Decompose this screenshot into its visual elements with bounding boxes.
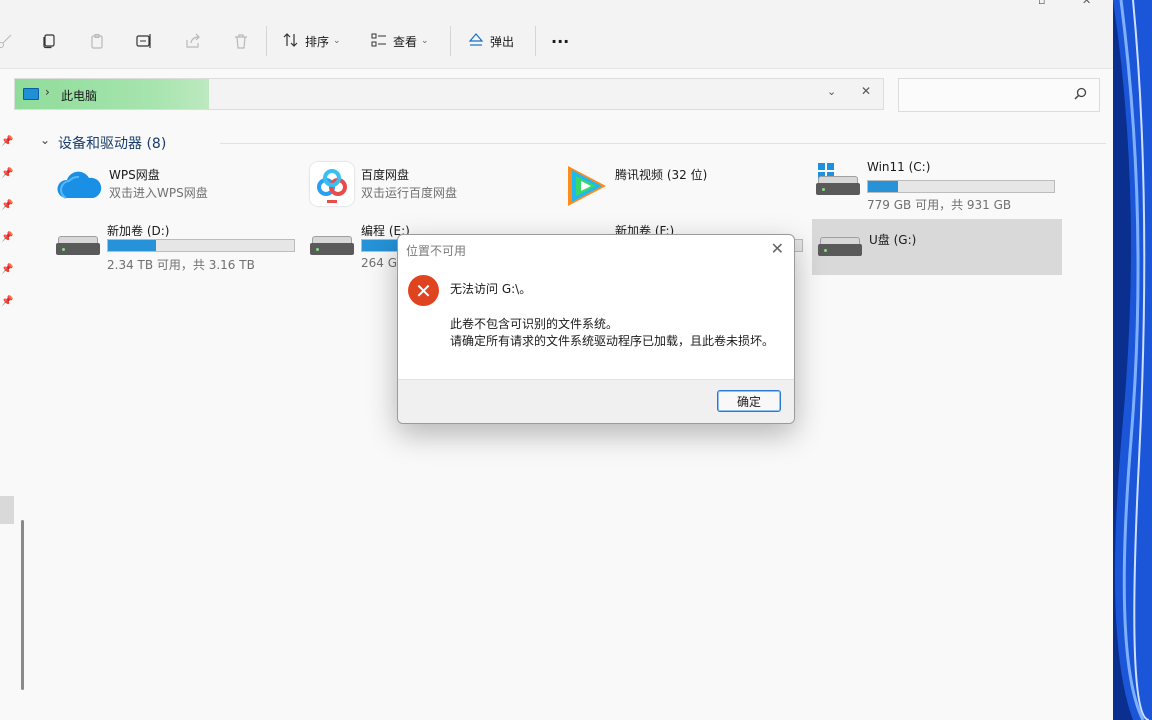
section-title: 设备和驱动器 (8) <box>58 136 167 152</box>
view-label: 查看 <box>393 34 418 49</box>
more-options-button[interactable]: ··· <box>551 28 569 54</box>
sort-button[interactable]: 排序 ⌄ <box>283 28 341 54</box>
chevron-down-icon: ⌄ <box>421 36 429 46</box>
usb-drive-icon <box>818 237 862 257</box>
view-icon <box>371 32 387 51</box>
item-drive-c[interactable]: Win11 (C:) 779 GB 可用，共 931 GB <box>814 154 1064 212</box>
file-explorer-window: ▫ ✕ 排序 ⌄ 查看 ⌄ 弹出 ··· › 此电脑 ⌄ ✕ 📌 📌 📌 📌 📌… <box>0 0 1113 720</box>
capacity-bar <box>867 180 1055 193</box>
error-dialog: 位置不可用 ✕ ✕ 无法访问 G:\。 此卷不包含可识别的文件系统。 请确定所有… <box>397 234 795 424</box>
eject-button[interactable]: 弹出 <box>468 28 514 54</box>
item-name: 新加卷 (D:) <box>107 224 170 238</box>
this-pc-icon <box>23 88 39 100</box>
item-drive-d[interactable]: 新加卷 (D:) 2.34 TB 可用，共 3.16 TB <box>54 218 304 274</box>
item-name: Win11 (C:) <box>867 160 931 174</box>
item-capacity: 779 GB 可用，共 931 GB <box>867 198 1012 212</box>
baidu-netdisk-icon <box>310 162 354 206</box>
hard-drive-icon <box>310 236 354 256</box>
copy-icon[interactable] <box>36 28 62 54</box>
toolbar-divider <box>450 26 451 56</box>
nav-scrollbar[interactable] <box>21 520 24 690</box>
item-capacity: 264 G <box>361 256 398 270</box>
breadcrumb-chevron-icon[interactable]: › <box>45 85 50 99</box>
section-divider <box>220 143 1106 144</box>
capacity-bar-fill <box>362 240 400 251</box>
navigation-pane: 📌 📌 📌 📌 📌 📌 <box>0 120 16 720</box>
item-name: U盘 (G:) <box>869 233 917 247</box>
item-name: 百度网盘 <box>361 168 410 182</box>
ok-button[interactable]: 确定 <box>717 390 781 412</box>
sort-label: 排序 <box>305 34 330 49</box>
eject-label: 弹出 <box>490 34 515 49</box>
wps-cloud-icon <box>56 170 102 204</box>
section-header[interactable]: ⌄ 设备和驱动器 (8) <box>40 133 1110 153</box>
command-bar: ▫ ✕ 排序 ⌄ 查看 ⌄ 弹出 ··· <box>0 0 1113 69</box>
close-icon[interactable]: ✕ <box>771 239 784 258</box>
item-capacity: 2.34 TB 可用，共 3.16 TB <box>107 258 255 272</box>
item-wps-drive[interactable]: WPS网盘 双击进入WPS网盘 <box>56 160 306 216</box>
error-icon: ✕ <box>408 275 439 306</box>
maximize-icon[interactable]: ▫ <box>1038 0 1050 7</box>
pin-icon[interactable]: 📌 <box>1 264 13 276</box>
pin-icon[interactable]: 📌 <box>1 296 13 308</box>
dialog-detail-line-2: 请确定所有请求的文件系统驱动程序已加载，且此卷未损坏。 <box>450 334 775 348</box>
item-tencent-video[interactable]: 腾讯视频 (32 位) <box>562 160 812 216</box>
item-drive-g[interactable]: U盘 (G:) <box>812 219 1062 275</box>
pin-icon[interactable]: 📌 <box>1 136 13 148</box>
dialog-detail-line-1: 此卷不包含可识别的文件系统。 <box>450 317 619 331</box>
pin-icon[interactable]: 📌 <box>1 232 13 244</box>
chevron-down-icon[interactable]: ⌄ <box>827 85 836 98</box>
toolbar-divider <box>535 26 536 56</box>
capacity-bar <box>107 239 295 252</box>
tencent-video-icon <box>562 162 610 214</box>
dialog-title: 位置不可用 <box>406 244 467 258</box>
item-description: 双击进入WPS网盘 <box>109 186 208 200</box>
eject-icon <box>468 32 484 51</box>
item-name: 腾讯视频 (32 位) <box>615 168 708 182</box>
desktop-wallpaper <box>1113 0 1152 720</box>
search-input[interactable] <box>898 78 1100 112</box>
view-button[interactable]: 查看 ⌄ <box>371 28 429 54</box>
toolbar-divider <box>266 26 267 56</box>
nav-selected-item[interactable] <box>0 496 14 524</box>
pin-icon[interactable]: 📌 <box>1 168 13 180</box>
cut-icon[interactable] <box>0 28 18 54</box>
paste-icon[interactable] <box>84 28 110 54</box>
dialog-message: 无法访问 G:\。 <box>450 282 532 296</box>
capacity-bar-fill <box>108 240 157 251</box>
hard-drive-icon <box>816 176 860 196</box>
close-window-icon[interactable]: ✕ <box>1082 0 1094 7</box>
breadcrumb-this-pc[interactable]: 此电脑 <box>61 87 97 104</box>
sort-icon <box>283 32 299 51</box>
delete-icon[interactable] <box>228 28 254 54</box>
close-icon[interactable]: ✕ <box>861 84 871 98</box>
hard-drive-icon <box>56 236 100 256</box>
item-baidu-netdisk[interactable]: 百度网盘 双击运行百度网盘 <box>308 160 558 216</box>
chevron-down-icon[interactable]: ⌄ <box>40 133 50 147</box>
more-icon: ··· <box>551 31 570 51</box>
address-bar[interactable]: › 此电脑 ⌄ ✕ <box>14 78 884 110</box>
search-icon[interactable] <box>1074 87 1087 104</box>
item-name: WPS网盘 <box>109 168 160 182</box>
capacity-bar-fill <box>868 181 898 192</box>
chevron-down-icon: ⌄ <box>333 36 341 46</box>
rename-icon[interactable] <box>132 28 158 54</box>
pin-icon[interactable]: 📌 <box>1 200 13 212</box>
dialog-footer: 确定 <box>398 379 794 423</box>
share-icon[interactable] <box>180 28 206 54</box>
item-description: 双击运行百度网盘 <box>361 186 458 200</box>
